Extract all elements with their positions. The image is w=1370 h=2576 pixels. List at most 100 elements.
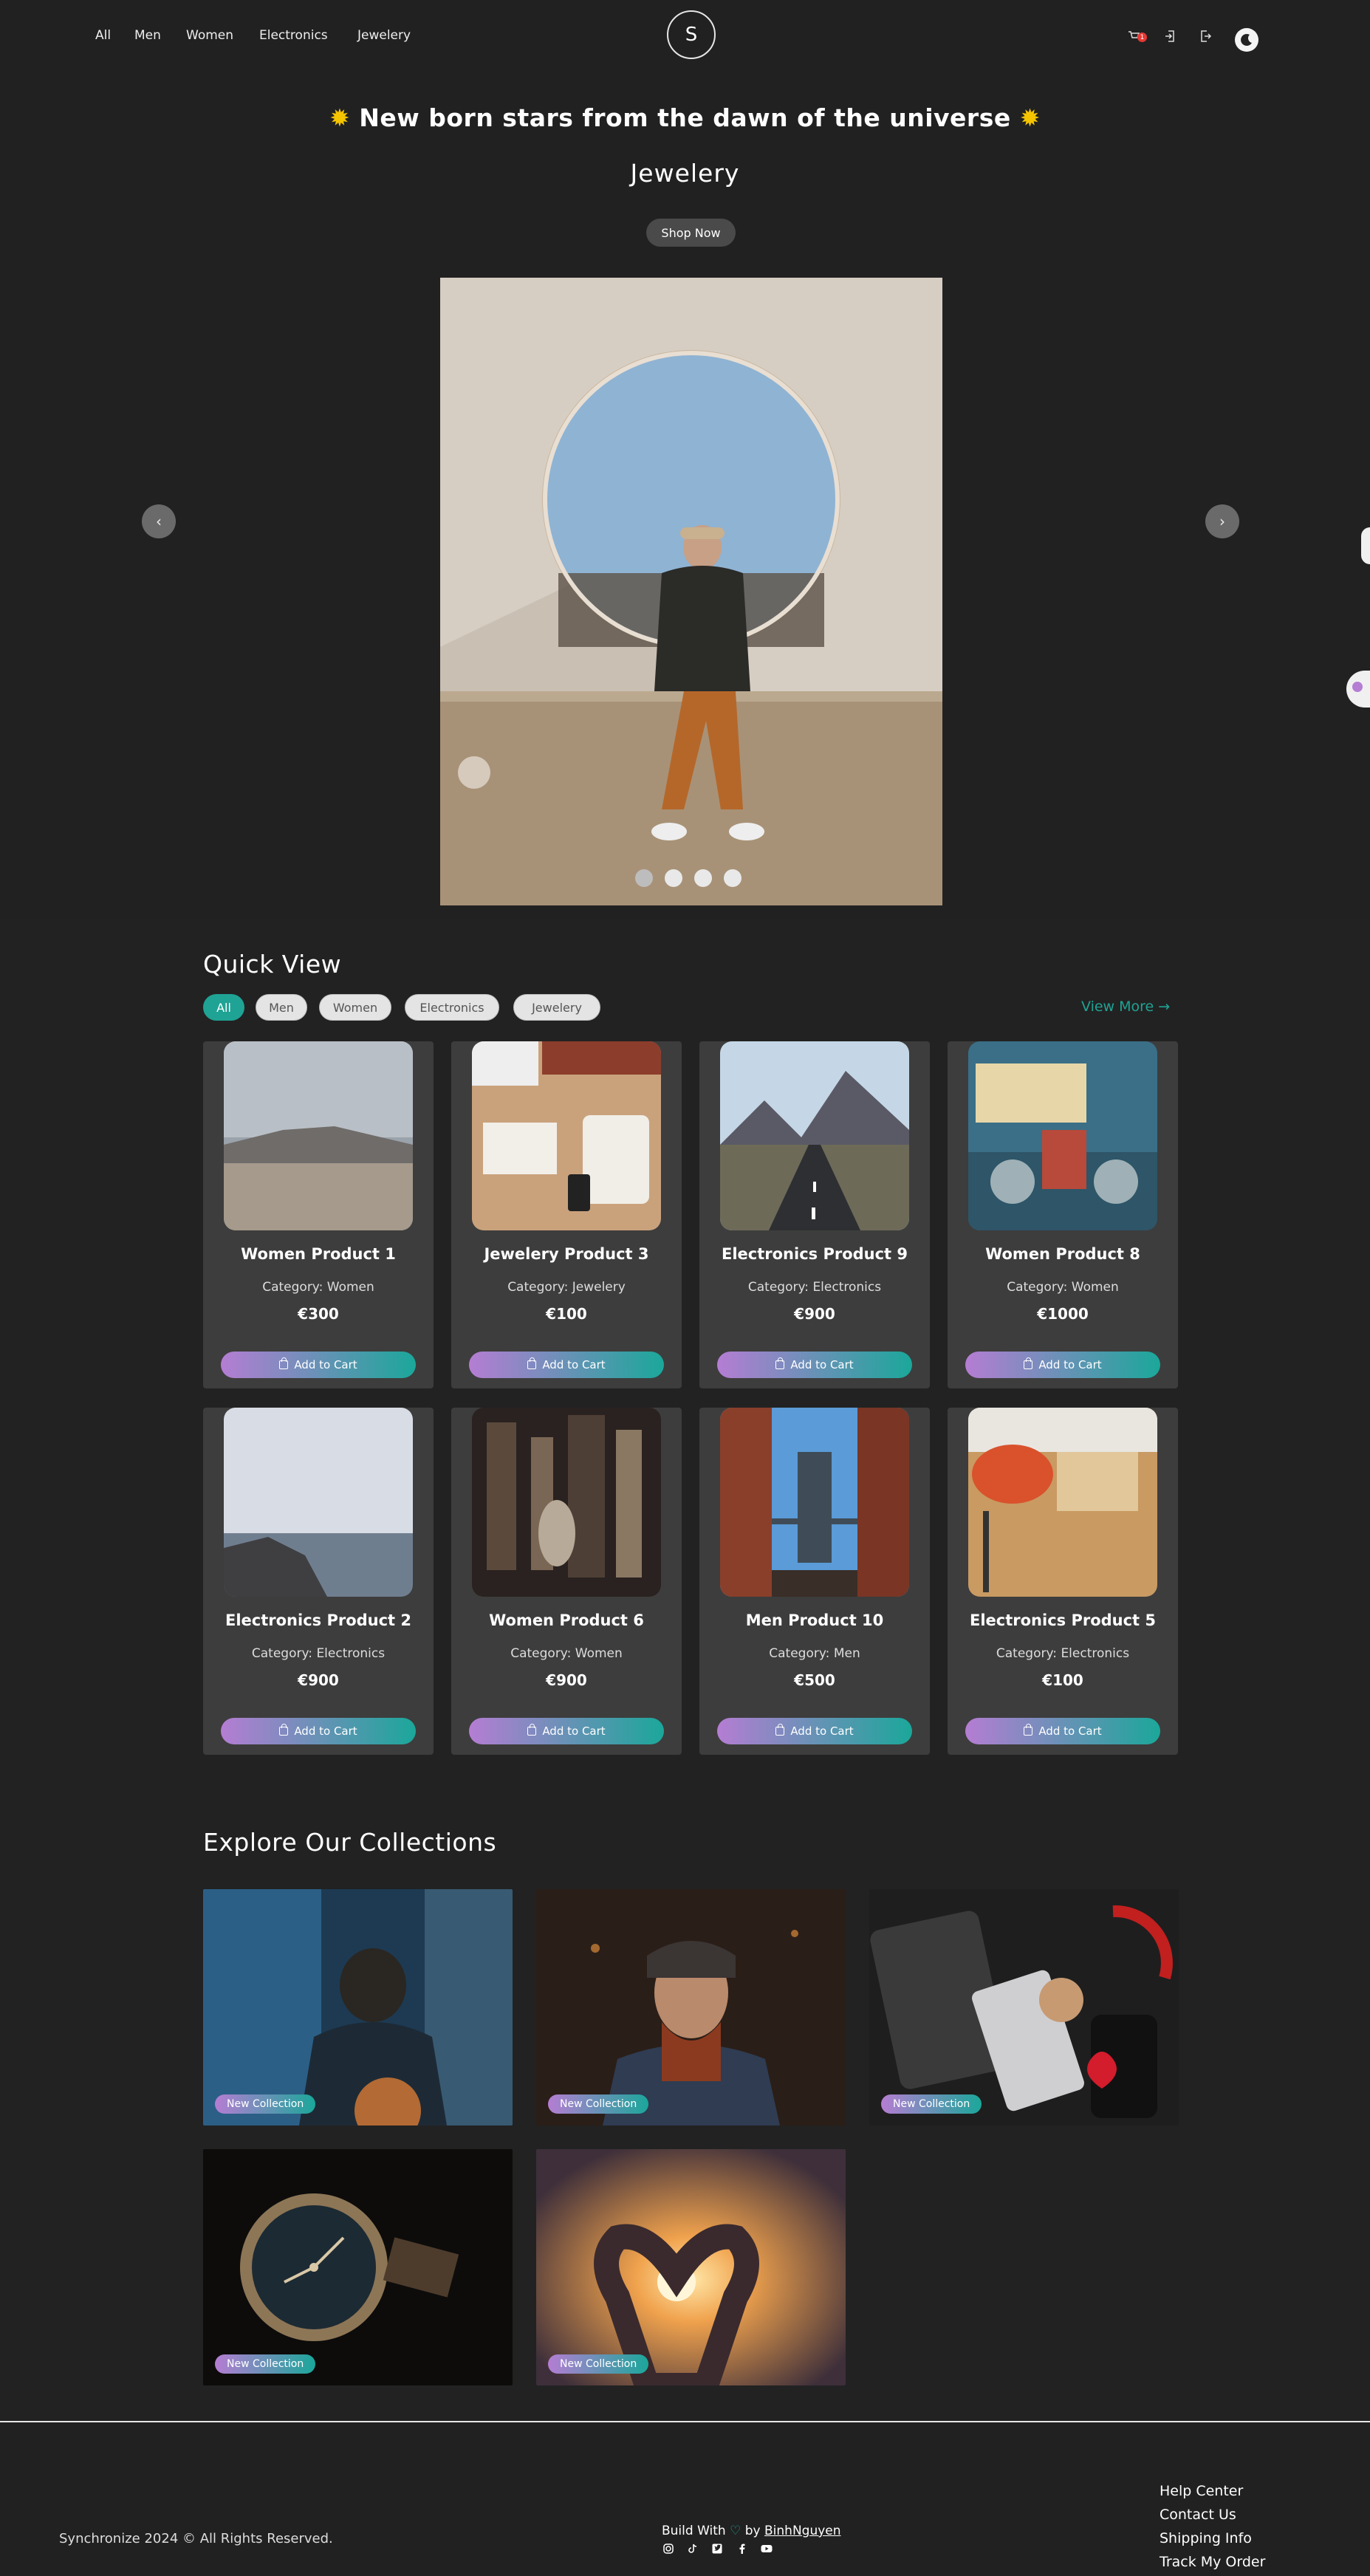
product-name: Women Product 8 — [985, 1245, 1140, 1263]
add-to-cart-button[interactable]: Add to Cart — [221, 1718, 416, 1744]
new-collection-badge: New Collection — [548, 2354, 649, 2374]
carousel-next-button[interactable]: › — [1205, 504, 1239, 538]
collection-card[interactable]: New Collection — [203, 1889, 513, 2125]
build-with-text: Build With — [662, 2524, 726, 2538]
hero-carousel-image — [440, 278, 942, 905]
footer-copyright: Synchronize 2024 © All Rights Reserved. — [59, 2531, 333, 2546]
product-image[interactable] — [720, 1408, 909, 1597]
product-price: €900 — [794, 1305, 835, 1323]
nav-jewelery[interactable]: Jewelery — [357, 28, 411, 43]
footer-link-contact-us[interactable]: Contact Us — [1160, 2507, 1236, 2523]
product-name: Jewelery Product 3 — [484, 1245, 649, 1263]
hero-title-text: New born stars from the dawn of the univ… — [359, 103, 1011, 132]
tiktok-icon[interactable] — [686, 2544, 699, 2557]
carousel-prev-button[interactable]: ‹ — [142, 504, 176, 538]
product-category: Category: Women — [1007, 1280, 1119, 1295]
product-card[interactable]: Women Product 6 Category: Women €900 Add… — [451, 1408, 682, 1755]
new-collection-badge: New Collection — [881, 2094, 982, 2114]
product-price: €500 — [794, 1671, 835, 1689]
bag-icon — [1024, 1357, 1033, 1369]
add-to-cart-button[interactable]: Add to Cart — [221, 1352, 416, 1378]
add-to-cart-button[interactable]: Add to Cart — [717, 1718, 912, 1744]
product-category: Category: Jewelery — [507, 1280, 626, 1295]
add-to-cart-button[interactable]: Add to Cart — [469, 1718, 664, 1744]
product-card[interactable]: Women Product 1 Category: Women €300 Add… — [203, 1041, 434, 1388]
product-card[interactable]: Women Product 8 Category: Women €1000 Ad… — [948, 1041, 1178, 1388]
filter-electronics[interactable]: Electronics — [405, 994, 499, 1021]
collection-card[interactable]: New Collection — [869, 1889, 1179, 2125]
add-to-cart-button[interactable]: Add to Cart — [965, 1718, 1160, 1744]
product-image[interactable] — [224, 1041, 413, 1230]
instagram-icon[interactable] — [662, 2544, 675, 2557]
product-category: Category: Women — [262, 1280, 374, 1295]
collection-card[interactable]: New Collection — [536, 2149, 846, 2385]
product-name: Men Product 10 — [745, 1611, 884, 1629]
product-image[interactable] — [720, 1041, 909, 1230]
theme-toggle-moon-icon[interactable] — [1235, 28, 1258, 52]
product-card[interactable]: Men Product 10 Category: Men €500 Add to… — [699, 1408, 930, 1755]
sun-icon: ✹ — [1019, 103, 1041, 132]
twitter-icon[interactable] — [710, 2544, 724, 2557]
hero-subtitle: Jewelery — [630, 159, 740, 188]
bag-icon — [279, 1357, 289, 1369]
side-chat-tab[interactable] — [1346, 671, 1370, 708]
logout-icon[interactable] — [1200, 30, 1212, 46]
product-category: Category: Women — [510, 1646, 623, 1661]
quick-view-title: Quick View — [203, 950, 342, 979]
nav-women[interactable]: Women — [186, 28, 233, 43]
carousel-dot-1[interactable] — [635, 869, 653, 887]
product-name: Electronics Product 5 — [969, 1611, 1157, 1629]
bag-icon — [775, 1724, 785, 1736]
product-card[interactable]: Electronics Product 9 Category: Electron… — [699, 1041, 930, 1388]
heart-icon: ♡ — [730, 2524, 741, 2538]
carousel-dot-4[interactable] — [724, 869, 741, 887]
shop-now-button[interactable]: Shop Now — [646, 219, 736, 247]
footer-link-shipping-info[interactable]: Shipping Info — [1160, 2530, 1252, 2546]
product-card[interactable]: Jewelery Product 3 Category: Jewelery €1… — [451, 1041, 682, 1388]
add-to-cart-button[interactable]: Add to Cart — [469, 1352, 664, 1378]
logo[interactable]: S — [667, 10, 716, 59]
bag-icon — [279, 1724, 289, 1736]
collections-title: Explore Our Collections — [203, 1828, 497, 1857]
product-image[interactable] — [968, 1408, 1157, 1597]
add-to-cart-button[interactable]: Add to Cart — [965, 1352, 1160, 1378]
product-price: €1000 — [1037, 1305, 1089, 1323]
carousel-dot-2[interactable] — [665, 869, 682, 887]
sun-icon: ✹ — [329, 103, 351, 132]
nav-electronics[interactable]: Electronics — [259, 28, 328, 43]
product-name: Women Product 6 — [489, 1611, 644, 1629]
product-card[interactable]: Electronics Product 5 Category: Electron… — [948, 1408, 1178, 1755]
facebook-icon[interactable] — [736, 2544, 749, 2557]
filter-all[interactable]: All — [203, 994, 244, 1021]
product-image[interactable] — [968, 1041, 1157, 1230]
collection-card[interactable]: New Collection — [203, 2149, 513, 2385]
nav-men[interactable]: Men — [134, 28, 161, 43]
footer-link-help-center[interactable]: Help Center — [1160, 2483, 1243, 2499]
view-more-link[interactable]: View More → — [1081, 998, 1170, 1015]
product-category: Category: Men — [769, 1646, 860, 1661]
product-image[interactable] — [472, 1408, 661, 1597]
filter-women[interactable]: Women — [319, 994, 391, 1021]
author-link[interactable]: BinhNguyen — [764, 2524, 841, 2538]
product-image[interactable] — [472, 1041, 661, 1230]
side-widget-tab[interactable] — [1361, 527, 1370, 564]
product-category: Category: Electronics — [996, 1646, 1130, 1661]
nav-all[interactable]: All — [95, 28, 111, 43]
build-by-text: by — [744, 2524, 761, 2538]
carousel-dot-3[interactable] — [694, 869, 712, 887]
add-to-cart-button[interactable]: Add to Cart — [717, 1352, 912, 1378]
footer-link-track-my-order[interactable]: Track My Order — [1160, 2554, 1265, 2570]
new-collection-badge: New Collection — [215, 2094, 316, 2114]
filter-jewelery[interactable]: Jewelery — [513, 994, 600, 1021]
product-price: €300 — [298, 1305, 339, 1323]
footer-build-credit: Build With ♡ by BinhNguyen — [662, 2524, 841, 2538]
youtube-icon[interactable] — [760, 2544, 773, 2557]
product-card[interactable]: Electronics Product 2 Category: Electron… — [203, 1408, 434, 1755]
cart-count-badge: 1 — [1137, 32, 1147, 42]
filter-men[interactable]: Men — [256, 994, 307, 1021]
login-icon[interactable] — [1164, 30, 1176, 46]
product-image[interactable] — [224, 1408, 413, 1597]
collection-card[interactable]: New Collection — [536, 1889, 846, 2125]
new-collection-badge: New Collection — [548, 2094, 649, 2114]
product-name: Electronics Product 2 — [225, 1611, 412, 1629]
